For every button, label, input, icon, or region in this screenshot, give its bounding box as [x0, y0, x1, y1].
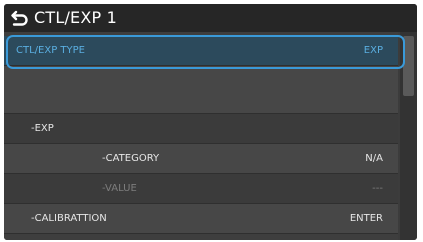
row-label: -CATEGORY — [102, 153, 160, 164]
row-category[interactable]: -CATEGORY N/A — [4, 144, 398, 174]
row-label: -CALIBRATTION — [31, 213, 107, 224]
row-value: N/A — [365, 153, 383, 164]
row-empty — [4, 66, 398, 114]
title-bar: CTL/EXP 1 — [4, 4, 417, 32]
ctl-exp-screen: CTL/EXP 1 CTL/EXP TYPE EXP -EXP -CATEGOR… — [4, 4, 417, 240]
scroll-thumb[interactable] — [403, 36, 414, 96]
page-title: CTL/EXP 1 — [34, 8, 118, 27]
row-value: EXP — [363, 45, 383, 56]
settings-list: CTL/EXP TYPE EXP -EXP -CATEGORY N/A -VAL… — [4, 32, 398, 240]
return-arrow-icon[interactable] — [11, 9, 29, 27]
row-value: --- — [372, 183, 383, 194]
row-value-disabled: -VALUE --- — [4, 174, 398, 204]
row-value: ENTER — [349, 213, 383, 224]
row-exp[interactable]: -EXP — [4, 114, 398, 144]
row-calibration[interactable]: -CALIBRATTION ENTER — [4, 204, 398, 234]
row-label: -VALUE — [102, 183, 137, 194]
row-ctl-exp-type[interactable]: CTL/EXP TYPE EXP — [4, 36, 398, 66]
row-label: CTL/EXP TYPE — [16, 45, 85, 56]
scrollbar[interactable] — [400, 32, 417, 240]
row-label: -EXP — [31, 123, 54, 134]
